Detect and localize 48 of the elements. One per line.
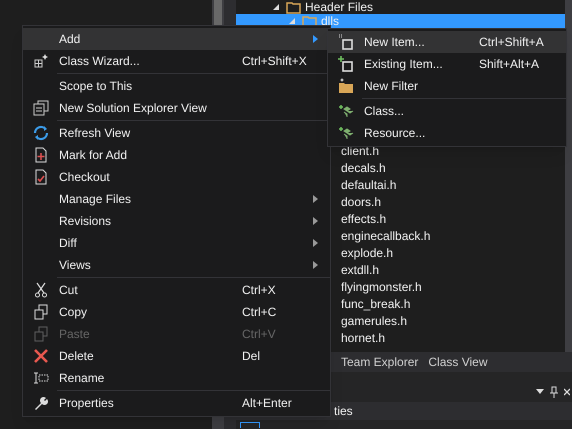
menu-item[interactable]: Manage Files — [23, 188, 330, 210]
windows-icon — [33, 100, 49, 116]
dropdown-icon[interactable] — [536, 389, 544, 395]
menu-item[interactable]: Mark for Add — [23, 144, 330, 166]
menu-item[interactable]: New Solution Explorer View — [23, 97, 330, 119]
document-check-icon — [33, 169, 49, 185]
menu-item[interactable]: Checkout — [23, 166, 330, 188]
menu-item[interactable]: Scope to This — [23, 75, 330, 97]
menu-item[interactable]: Revisions — [23, 210, 330, 232]
menu-item[interactable]: Refresh View — [23, 122, 330, 144]
add-item-icon — [338, 56, 354, 72]
tree-label: dlls — [321, 13, 340, 30]
refresh-icon — [33, 125, 49, 141]
menu-item[interactable]: Rename — [23, 367, 330, 389]
rename-icon — [33, 370, 49, 386]
sparkle-grid-icon — [33, 53, 49, 69]
tree-label: Header Files — [305, 0, 374, 16]
menu-item[interactable]: Add — [23, 28, 330, 50]
menu-item[interactable]: Diff — [23, 232, 330, 254]
close-icon[interactable] — [564, 387, 570, 397]
panel-tab[interactable]: Class View — [428, 353, 488, 371]
copy-icon — [33, 304, 49, 320]
tree-item[interactable]: Header Files — [236, 0, 565, 14]
menu-item[interactable]: Existing Item... Shift+Alt+A — [328, 53, 566, 75]
new-item-icon — [338, 34, 354, 50]
menu-item[interactable]: Class Wizard... Ctrl+Shift+X — [23, 50, 330, 72]
class-icon — [338, 103, 354, 119]
folder-icon — [338, 78, 354, 94]
document-plus-icon — [33, 147, 49, 163]
menu-item[interactable]: Copy Ctrl+C — [23, 301, 330, 323]
wrench-icon — [33, 395, 49, 411]
menu-item[interactable]: Views — [23, 254, 330, 276]
paste-icon — [33, 326, 49, 342]
menu-item[interactable]: Delete Del — [23, 345, 330, 367]
close-icon — [33, 348, 49, 364]
panel-title: ties — [334, 403, 353, 420]
panel-tab[interactable]: Team Explorer — [341, 353, 418, 371]
menu-item[interactable]: Class... — [328, 100, 566, 122]
menu-item[interactable]: Properties Alt+Enter — [23, 392, 330, 414]
menu-item[interactable]: Resource... — [328, 122, 566, 144]
folder-icon — [286, 0, 302, 14]
menu-item[interactable]: Cut Ctrl+X — [23, 279, 330, 301]
toolbar-icon[interactable] — [240, 422, 260, 428]
pin-icon[interactable] — [550, 386, 558, 398]
menu-item[interactable]: New Filter — [328, 75, 566, 97]
class-icon — [338, 125, 354, 141]
scissors-icon — [33, 282, 49, 298]
menu-item[interactable]: New Item... Ctrl+Shift+A — [328, 31, 566, 53]
